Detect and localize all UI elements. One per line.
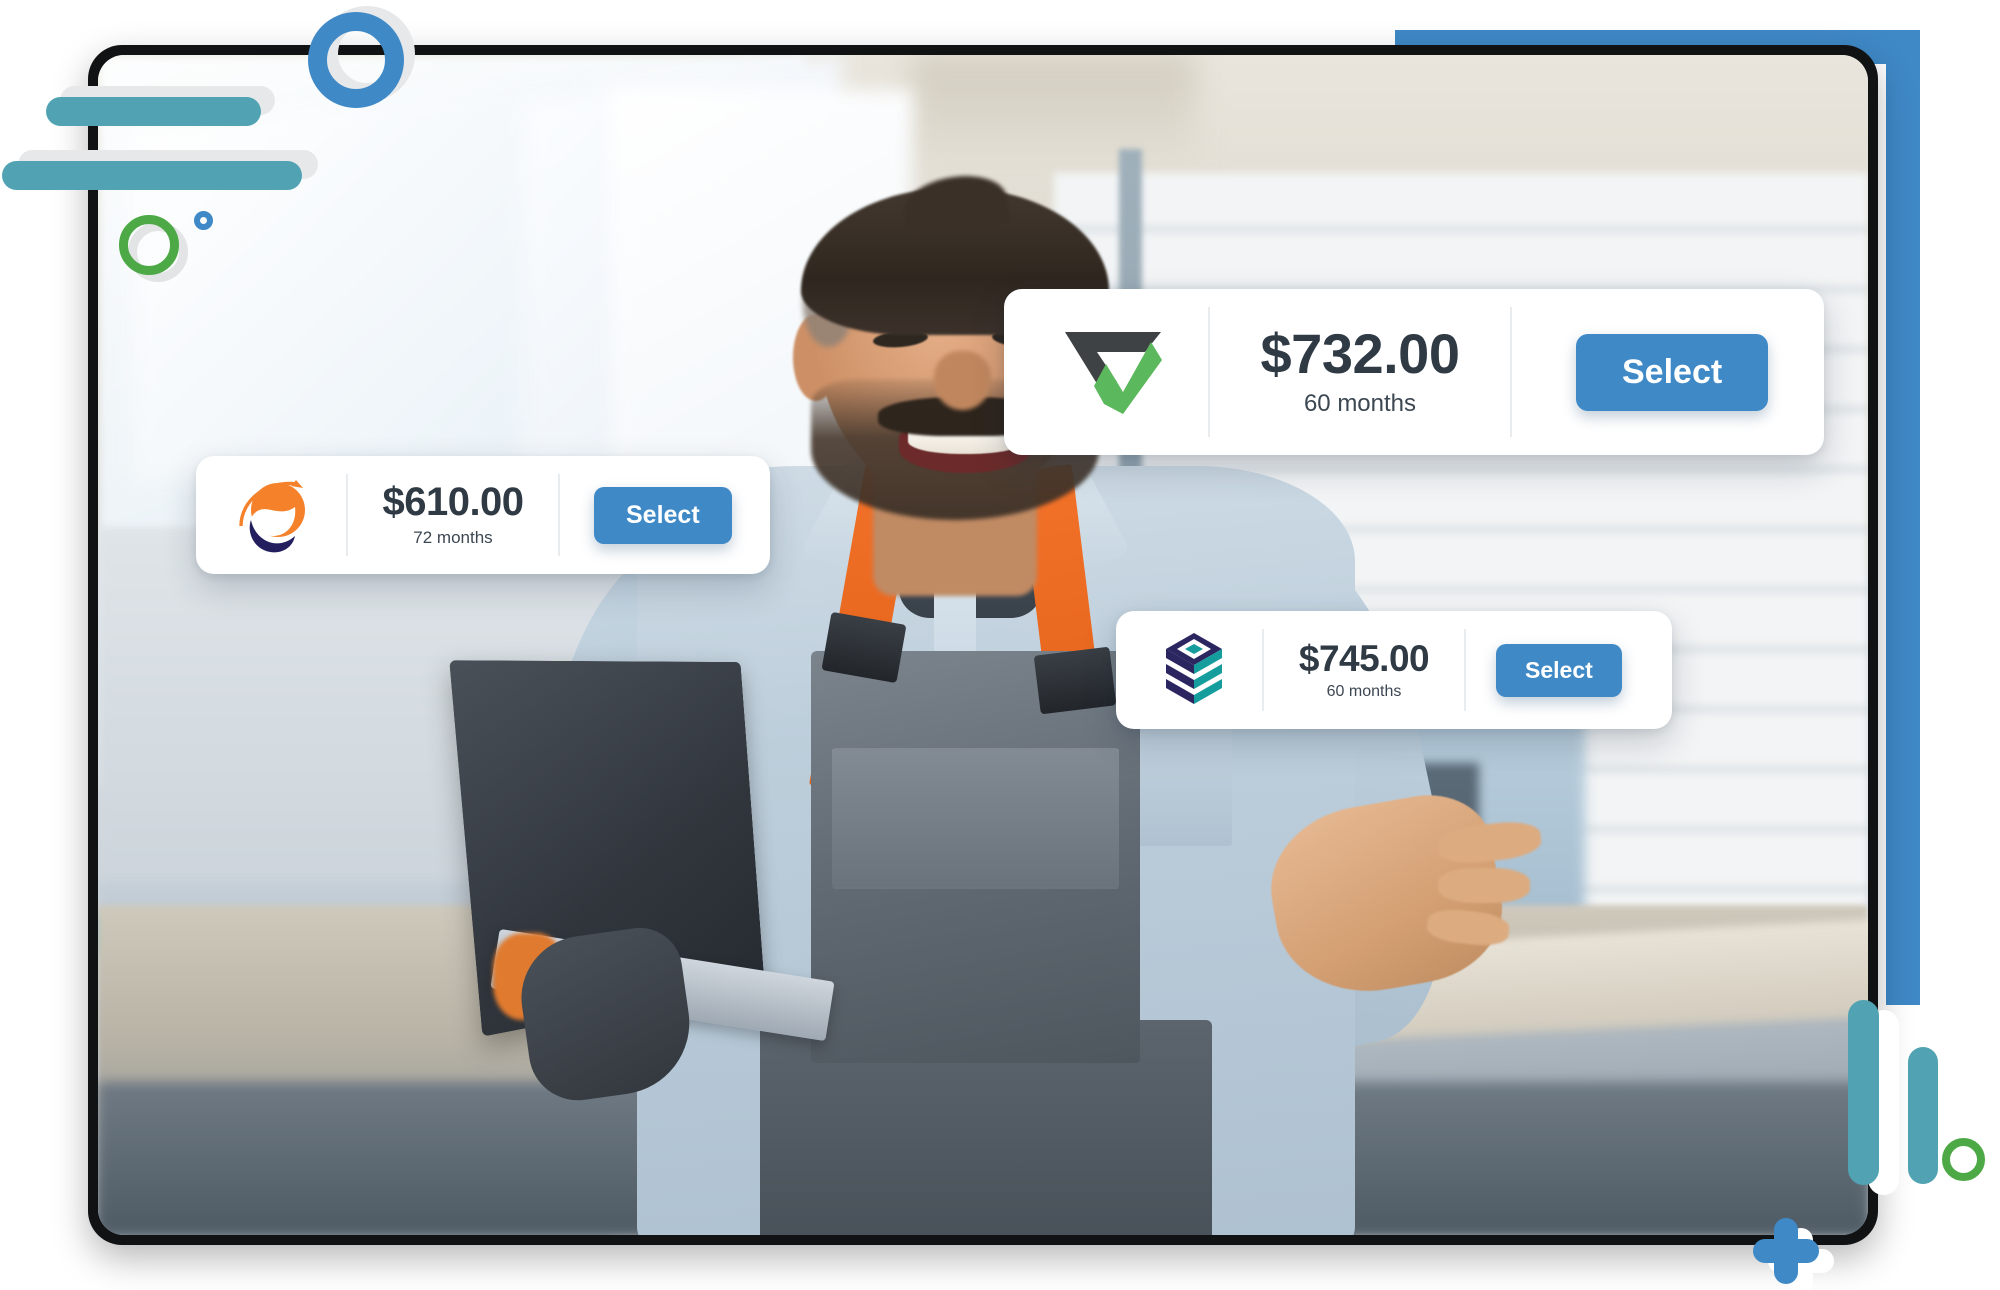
lender-logo xyxy=(1126,628,1262,712)
price-term: 72 months xyxy=(348,528,558,548)
teal-vertical-bar-short xyxy=(1908,1047,1938,1184)
teal-bar-short xyxy=(46,97,261,126)
blue-plus-icon xyxy=(1753,1218,1819,1284)
price-block: $732.00 60 months xyxy=(1210,326,1510,418)
lender-logo xyxy=(1018,326,1208,418)
price-term: 60 months xyxy=(1264,683,1464,701)
finger-middle xyxy=(1438,868,1530,903)
select-button[interactable]: Select xyxy=(1496,644,1622,697)
triangle-check-logo-icon xyxy=(1061,326,1165,418)
offer-card[interactable]: $610.00 72 months Select xyxy=(196,456,770,574)
card-divider xyxy=(1464,629,1466,711)
ceiling-beam xyxy=(912,55,1195,173)
card-divider xyxy=(558,474,560,556)
strap-buckle-right xyxy=(1034,646,1117,713)
select-button[interactable]: Select xyxy=(594,487,732,544)
select-button[interactable]: Select xyxy=(1576,334,1768,411)
offer-card[interactable]: $745.00 60 months Select xyxy=(1116,611,1672,729)
price-block: $745.00 60 months xyxy=(1264,640,1464,701)
offer-card[interactable]: $732.00 60 months Select xyxy=(1004,289,1824,455)
teal-hexagon-layers-logo-icon xyxy=(1155,628,1233,712)
green-ring-bottom-icon xyxy=(1942,1138,1985,1181)
teal-vertical-bar-tall xyxy=(1848,1000,1879,1185)
nose xyxy=(934,351,990,410)
hero-illustration: $732.00 60 months Select $610.00 72 mont… xyxy=(0,0,2000,1290)
price-amount: $610.00 xyxy=(348,482,558,522)
blue-ring-icon xyxy=(308,12,404,108)
price-term: 60 months xyxy=(1210,390,1510,418)
lender-logo xyxy=(206,474,346,556)
price-amount: $745.00 xyxy=(1264,640,1464,677)
orange-wave-globe-logo-icon xyxy=(233,474,319,556)
overall-bib-pocket xyxy=(832,748,1119,889)
price-block: $610.00 72 months xyxy=(348,482,558,548)
blue-dot-ring-icon xyxy=(194,211,213,230)
green-ring-icon xyxy=(119,215,179,275)
card-divider xyxy=(1510,307,1512,437)
price-amount: $732.00 xyxy=(1210,326,1510,382)
teal-bar-long xyxy=(2,161,302,190)
